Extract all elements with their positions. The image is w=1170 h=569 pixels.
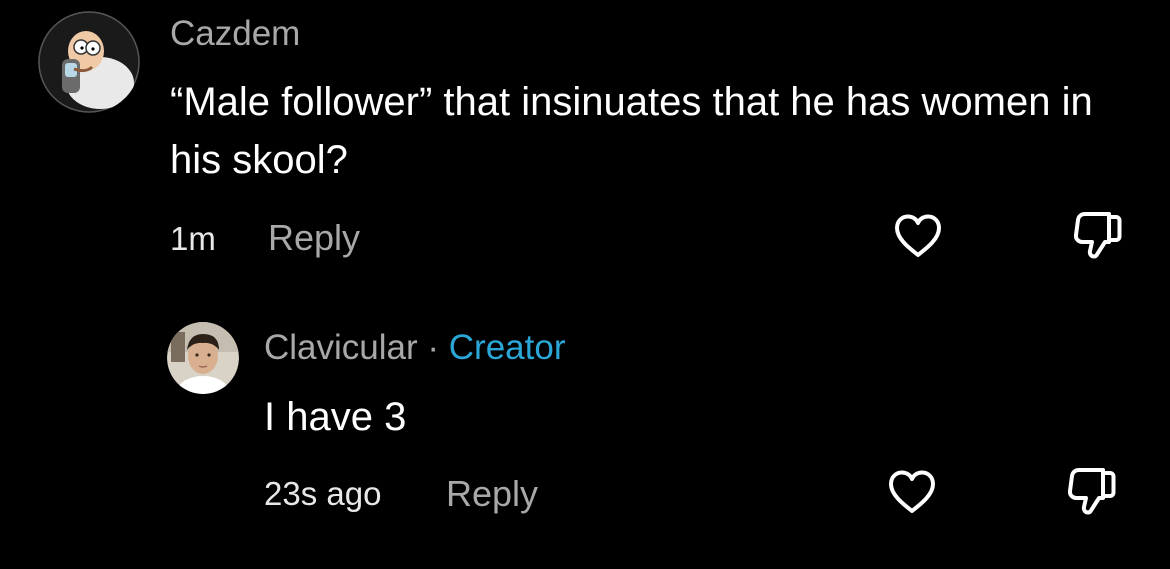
- comment-text: “Male follower” that insinuates that he …: [170, 80, 1093, 182]
- commenter-avatar[interactable]: [38, 11, 140, 113]
- heart-outline-icon: [893, 213, 943, 264]
- reply-reply-button[interactable]: Reply: [446, 474, 538, 514]
- heart-outline-icon: [887, 469, 937, 520]
- comment-thread: Cazdem “Male follower” that insinuates t…: [0, 0, 1170, 569]
- creator-badge: Creator: [448, 328, 566, 367]
- replier-username[interactable]: Clavicular: [264, 328, 418, 367]
- replier-username-row: Clavicular · Creator: [264, 328, 566, 368]
- comment-dislike-button[interactable]: [1070, 208, 1126, 264]
- comment-reply-button[interactable]: Reply: [268, 218, 360, 258]
- reply-dislike-button[interactable]: [1064, 464, 1120, 520]
- reply-text: I have 3: [264, 395, 407, 439]
- replier-avatar[interactable]: [167, 322, 239, 394]
- commenter-username[interactable]: Cazdem: [170, 14, 300, 54]
- reply-like-button[interactable]: [884, 466, 940, 522]
- comment-like-button[interactable]: [890, 210, 946, 266]
- username-separator: ·: [427, 328, 440, 367]
- thumbs-down-outline-icon: [1066, 465, 1118, 520]
- thumbs-down-outline-icon: [1072, 209, 1124, 264]
- comment-timestamp: 1m: [170, 220, 216, 257]
- reply-timestamp: 23s ago: [264, 475, 382, 512]
